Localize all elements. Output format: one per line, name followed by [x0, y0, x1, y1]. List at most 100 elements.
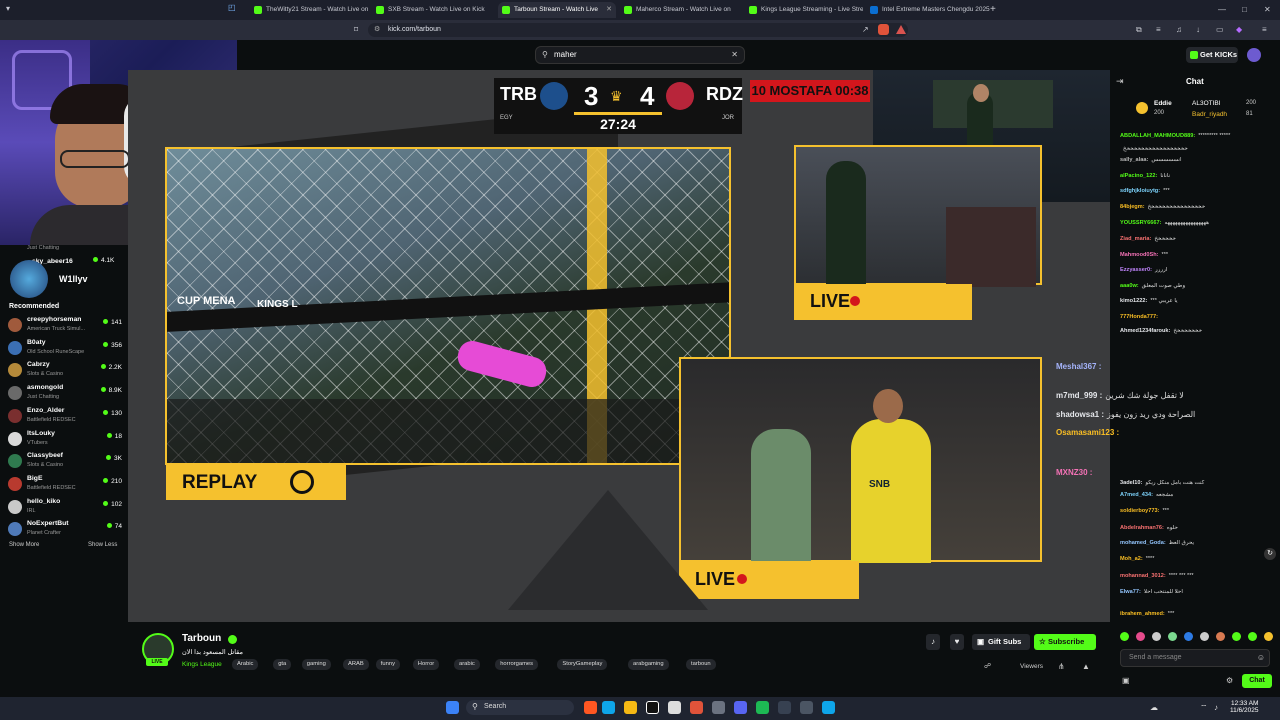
get-kicks-button[interactable]: Get KICKs: [1186, 47, 1238, 63]
network-icon[interactable]: ☁: [1150, 703, 1158, 712]
chat-username[interactable]: Ahmed1234farouk:: [1120, 328, 1170, 334]
chat-username[interactable]: Osamasami123 :: [1056, 428, 1119, 437]
notification-bell-icon[interactable]: ♪: [926, 634, 940, 650]
chat-username[interactable]: sdfghjkloiuytg:: [1120, 188, 1160, 194]
edge-icon[interactable]: [602, 701, 615, 714]
chat-username[interactable]: Mahmood0Sh:: [1120, 252, 1159, 258]
tab-5[interactable]: Intel Extreme Masters Chengdu 2025: [866, 2, 991, 18]
chat-username[interactable]: Moh_a2:: [1120, 556, 1143, 562]
show-less-button[interactable]: Show Less: [88, 542, 117, 548]
copilot-icon[interactable]: [584, 701, 597, 714]
notepad-icon[interactable]: [822, 701, 835, 714]
collapse-chat-icon[interactable]: ⇥: [1116, 76, 1124, 87]
clock[interactable]: 12:33 AM 11/6/2025: [1230, 700, 1258, 714]
spotify-icon[interactable]: [756, 701, 769, 714]
leo-ai-icon[interactable]: ◆: [1236, 24, 1242, 36]
tag-chip[interactable]: gaming: [301, 659, 331, 670]
tab-4[interactable]: Kings League Streaming - Live Strea: [745, 2, 863, 18]
sidebar-item[interactable]: BigE Battlefield REDSEC 210: [8, 474, 124, 496]
chat-username[interactable]: Meshal367 :: [1056, 362, 1101, 371]
emote-icon[interactable]: [1120, 632, 1129, 641]
steam-icon[interactable]: [800, 701, 813, 714]
video-player[interactable]: CUP MENA KINGS L REPLAY TRB 3 ♛ 4 RDZ EG…: [128, 70, 1110, 622]
tag-chip[interactable]: funny: [375, 659, 400, 670]
brave-shield-icon[interactable]: [878, 24, 889, 35]
chat-username[interactable]: sally_alaa:: [1120, 157, 1148, 163]
chatgpt-icon[interactable]: [646, 701, 659, 714]
gifter-2-name[interactable]: AL3OTIBI: [1192, 100, 1221, 107]
sidebar-item[interactable]: Classybeef Slots & Casino 3K: [8, 451, 124, 473]
browser-menu-icon[interactable]: ≡: [1262, 24, 1267, 36]
tag-chip[interactable]: ARAB: [343, 659, 369, 670]
show-more-button[interactable]: Show More: [9, 542, 39, 548]
wallet-icon[interactable]: ▭: [1216, 24, 1224, 36]
scroll-down-icon[interactable]: ↻: [1264, 548, 1276, 560]
taskbar-search[interactable]: ⚲ Search: [466, 700, 574, 715]
search-input[interactable]: ⚲ maher ✕: [535, 46, 745, 64]
emote-icon[interactable]: [1264, 632, 1273, 641]
chat-username[interactable]: 777Honda777:: [1120, 314, 1158, 320]
follow-heart-icon[interactable]: ♥: [950, 634, 964, 650]
gift-icon[interactable]: ▣: [1122, 676, 1130, 685]
clear-search-icon[interactable]: ✕: [731, 47, 738, 63]
app-icon[interactable]: [712, 701, 725, 714]
emote-icon[interactable]: [1136, 632, 1145, 641]
tag-chip[interactable]: arabgaming: [628, 659, 669, 670]
tag-chip[interactable]: Arabic: [232, 659, 259, 670]
emote-icon[interactable]: [1184, 632, 1193, 641]
chat-username[interactable]: ibrahem_ahmed:: [1120, 611, 1165, 617]
report-icon[interactable]: ▲: [1082, 662, 1090, 671]
chat-username[interactable]: 84bjegm:: [1120, 204, 1145, 210]
sidebar-item[interactable]: Enzo_Alder Battlefield REDSEC 130: [8, 406, 124, 428]
volume-icon[interactable]: ♪: [1214, 703, 1218, 712]
chat-username[interactable]: mohamed_Goda:: [1120, 540, 1166, 546]
sidebar-item[interactable]: B0aty Old School RuneScape 356: [8, 338, 124, 360]
close-window-icon[interactable]: ✕: [1264, 4, 1271, 16]
chat-settings-icon[interactable]: ⚙: [1226, 676, 1233, 685]
app-icon[interactable]: [778, 701, 791, 714]
chat-username[interactable]: shadowsa1 :: [1056, 410, 1104, 419]
chat-username[interactable]: Ezzyasser0:: [1120, 267, 1152, 273]
gift-subs-button[interactable]: ▣ Gift Subs: [972, 634, 1030, 650]
tag-chip[interactable]: tarboun: [686, 659, 716, 670]
url-field[interactable]: ⚙ kick.com/tarboun: [368, 23, 908, 37]
chat-input[interactable]: Send a message ☺: [1120, 649, 1270, 667]
emoji-picker-icon[interactable]: ☺: [1257, 653, 1265, 662]
tab-1[interactable]: SXB Stream - Watch Live on Kick: [372, 2, 494, 18]
emote-icon[interactable]: [1248, 632, 1257, 641]
sidebar-item[interactable]: ItsLouky VTubers 18: [8, 429, 124, 451]
chat-username[interactable]: Ziad_maria:: [1120, 236, 1151, 242]
brave-icon[interactable]: [690, 701, 703, 714]
store-icon[interactable]: [668, 701, 681, 714]
discord-icon[interactable]: [734, 701, 747, 714]
file-explorer-icon[interactable]: [624, 701, 637, 714]
send-chat-button[interactable]: Chat: [1242, 674, 1272, 688]
tag-chip[interactable]: gta: [273, 659, 292, 670]
sidebar-item[interactable]: hello_kiko IRL 102: [8, 497, 124, 519]
chat-username[interactable]: MXNZ30 :: [1056, 468, 1092, 477]
chat-username[interactable]: YOUSSRY6667:: [1120, 220, 1161, 226]
maximize-icon[interactable]: □: [1242, 4, 1247, 16]
sidebar-item[interactable]: Cabrzy Slots & Casino 2.2K: [8, 360, 124, 382]
chat-username[interactable]: 3adel10:: [1120, 480, 1142, 486]
sidebar-item[interactable]: asmongold Just Chatting 8.9K: [8, 383, 124, 405]
channel-name[interactable]: Tarboun: [182, 633, 221, 644]
chat-username[interactable]: m7md_999 :: [1056, 391, 1102, 400]
media-icon[interactable]: ♫: [1176, 24, 1182, 36]
tab-0[interactable]: TheWitty21 Stream - Watch Live on K: [250, 2, 368, 18]
windows-start-icon[interactable]: [446, 701, 459, 714]
sidebar-item[interactable]: creepyhorseman American Truck Simul... 141: [8, 315, 124, 337]
emote-icon[interactable]: [1216, 632, 1225, 641]
stream-category[interactable]: Kings League: [182, 661, 222, 668]
emote-icon[interactable]: [1168, 632, 1177, 641]
gifter-1-name[interactable]: Eddie: [1154, 100, 1172, 107]
share-icon[interactable]: ↗: [862, 24, 869, 36]
gifter-3-name[interactable]: Badr_riyadh: [1192, 111, 1227, 118]
chat-username[interactable]: alPacino_122:: [1120, 173, 1157, 179]
share-icon[interactable]: ⋔: [1058, 662, 1065, 671]
bookmark-icon[interactable]: ⌑: [354, 24, 358, 36]
new-tab-button[interactable]: +: [990, 4, 996, 16]
tag-chip[interactable]: StoryGameplay: [557, 659, 608, 670]
tab-2[interactable]: Tarboun Stream - Watch Live ✕: [498, 2, 616, 18]
emote-icon[interactable]: [1200, 632, 1209, 641]
